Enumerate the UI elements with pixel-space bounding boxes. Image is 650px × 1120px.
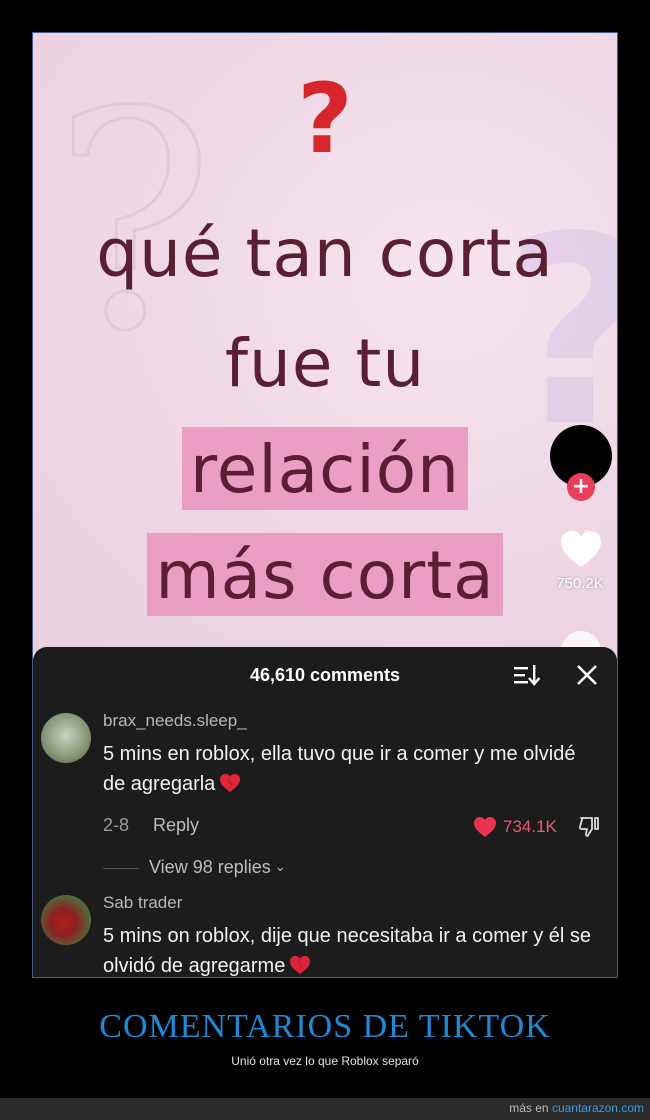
comment-date: 2-8 (103, 815, 130, 835)
view-replies-button[interactable]: View 98 replies ⌄ (103, 857, 286, 878)
video-text-line-2: fue tu (224, 325, 426, 402)
video-text-line-1: qué tan corta (96, 215, 554, 292)
comment-text: 5 mins on roblox, dije que necesitaba ir… (103, 925, 592, 977)
dislike-icon[interactable] (577, 815, 601, 839)
like-heart-icon[interactable] (559, 529, 603, 569)
footer-text: más en cuantarazon.com (509, 1101, 644, 1115)
red-question-mark: ? (297, 63, 353, 175)
broken-heart-icon (290, 955, 311, 975)
follow-button[interactable]: + (567, 473, 595, 501)
reply-button[interactable]: Reply (153, 815, 199, 836)
comment-like-heart-icon[interactable] (473, 816, 497, 838)
site-link[interactable]: cuantarazon.com (552, 1101, 644, 1115)
comment-username[interactable]: brax_needs.sleep_ (103, 711, 247, 731)
highlighted-text: relación (182, 427, 468, 510)
post-title: COMENTARIOS DE TIKTOK (99, 1008, 551, 1045)
video-text-line-4: más corta (33, 533, 617, 616)
comments-sheet: 46,610 comments brax_needs.sleep_ 5 mins… (33, 647, 617, 977)
commenter-avatar[interactable] (41, 895, 91, 945)
close-icon[interactable] (575, 663, 599, 687)
highlighted-text: más corta (147, 533, 503, 616)
comment-meta: 2-8 Reply 734.1K (103, 813, 603, 841)
commenter-avatar[interactable] (41, 713, 91, 763)
comment-username[interactable]: Sab trader (103, 893, 182, 913)
tiktok-screenshot: ? ? ? qué tan corta fue tu relación más … (32, 32, 618, 978)
video-frame[interactable]: ? ? ? qué tan corta fue tu relación más … (33, 33, 617, 671)
footer-bar: más en cuantarazon.com (0, 1098, 650, 1120)
video-like-count: 750.2K (556, 575, 604, 592)
video-text-line-3: relación (33, 427, 617, 510)
broken-heart-icon (220, 773, 241, 793)
sort-icon[interactable] (513, 663, 541, 687)
comment-text: 5 mins en roblox, ella tuvo que ir a com… (103, 743, 576, 795)
chevron-down-icon: ⌄ (274, 859, 286, 874)
post-subtitle: Unió otra vez lo que Roblox separó (231, 1054, 419, 1068)
action-sidebar: + 750.2K (549, 425, 613, 671)
comment-like-count: 734.1K (503, 817, 557, 836)
divider-line (103, 867, 139, 869)
